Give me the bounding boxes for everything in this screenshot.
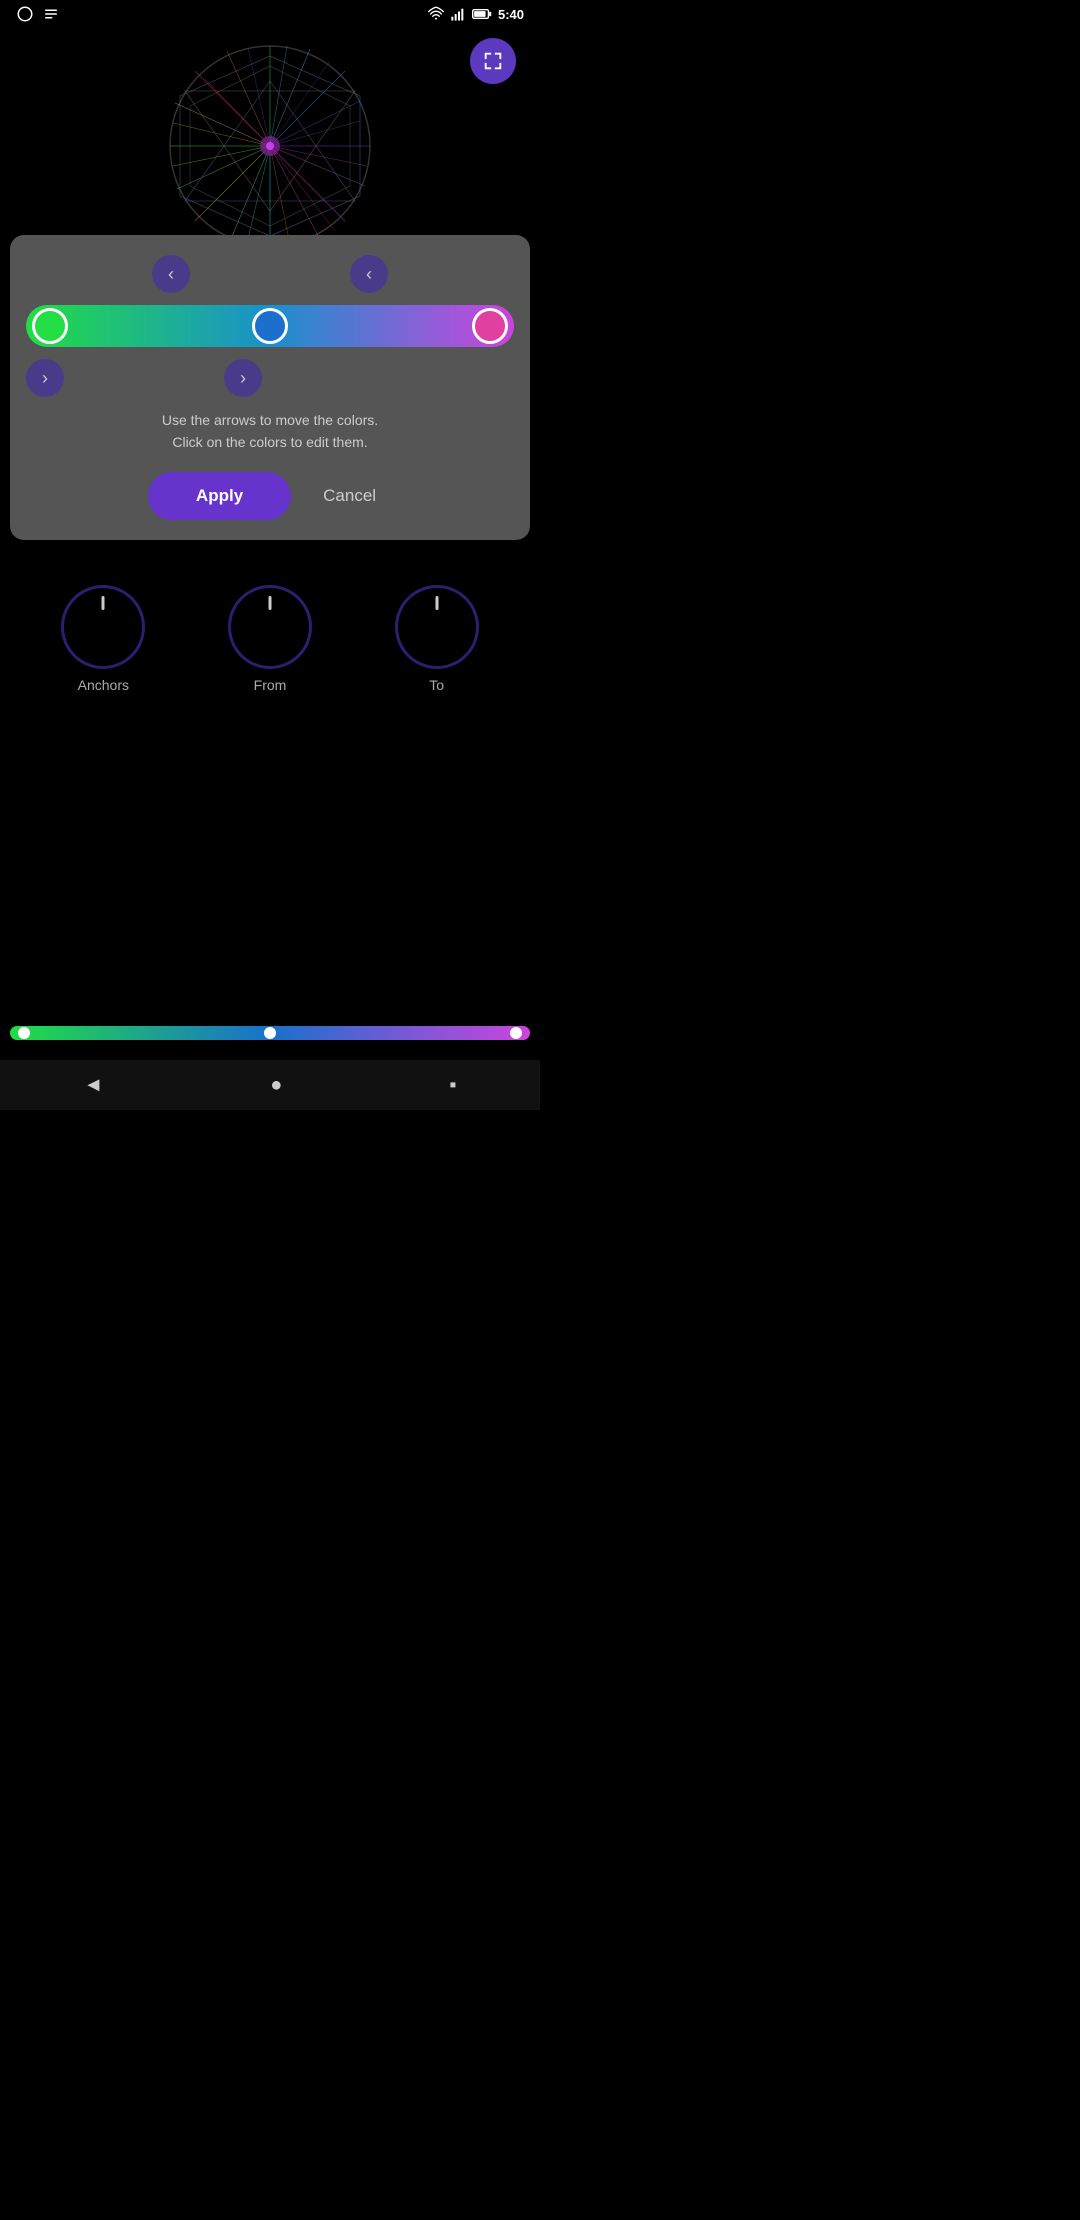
- wifi-icon: [428, 6, 444, 22]
- battery-icon: [472, 6, 492, 22]
- cancel-button[interactable]: Cancel: [307, 472, 392, 520]
- chevron-right-icon: ›: [42, 368, 48, 389]
- status-left-icons: [16, 5, 60, 23]
- chevron-left2-icon: ‹: [366, 264, 372, 285]
- mandala-visual: [165, 41, 375, 251]
- mandala-svg: [165, 41, 375, 251]
- chevron-right2-icon: ›: [240, 368, 246, 389]
- instruction-line2: Click on the colors to edit them.: [172, 434, 367, 450]
- status-right-icons: 5:40: [428, 6, 524, 22]
- circle-icon: [16, 5, 34, 23]
- action-row: Apply Cancel: [26, 472, 514, 520]
- instruction-line1: Use the arrows to move the colors.: [162, 412, 378, 428]
- color-slider-track[interactable]: [26, 305, 514, 347]
- menu-icon: [42, 5, 60, 23]
- color-edit-dialog: ‹ ‹ › › Use the arrows to move the color…: [10, 235, 530, 540]
- nav-row-bottom: › ›: [26, 359, 514, 397]
- status-bar: 5:40: [0, 0, 540, 28]
- signal-icon: [450, 6, 466, 22]
- apply-button[interactable]: Apply: [148, 472, 291, 520]
- chevron-left-icon: ‹: [168, 264, 174, 285]
- instructions-text: Use the arrows to move the colors. Click…: [26, 409, 514, 454]
- expand-icon: [482, 50, 504, 72]
- next-left-button[interactable]: ›: [26, 359, 64, 397]
- expand-button[interactable]: [470, 38, 516, 84]
- color-stop-blue[interactable]: [252, 308, 288, 344]
- next-center-button[interactable]: ›: [224, 359, 262, 397]
- color-stop-green[interactable]: [32, 308, 68, 344]
- viz-area: [0, 28, 540, 263]
- dialog-overlay: ‹ ‹ › › Use the arrows to move the color…: [0, 235, 540, 1110]
- prev-right-button[interactable]: ‹: [350, 255, 388, 293]
- time-display: 5:40: [498, 7, 524, 22]
- nav-row-top: ‹ ‹: [26, 255, 514, 293]
- prev-left-button[interactable]: ‹: [152, 255, 190, 293]
- color-stop-pink[interactable]: [472, 308, 508, 344]
